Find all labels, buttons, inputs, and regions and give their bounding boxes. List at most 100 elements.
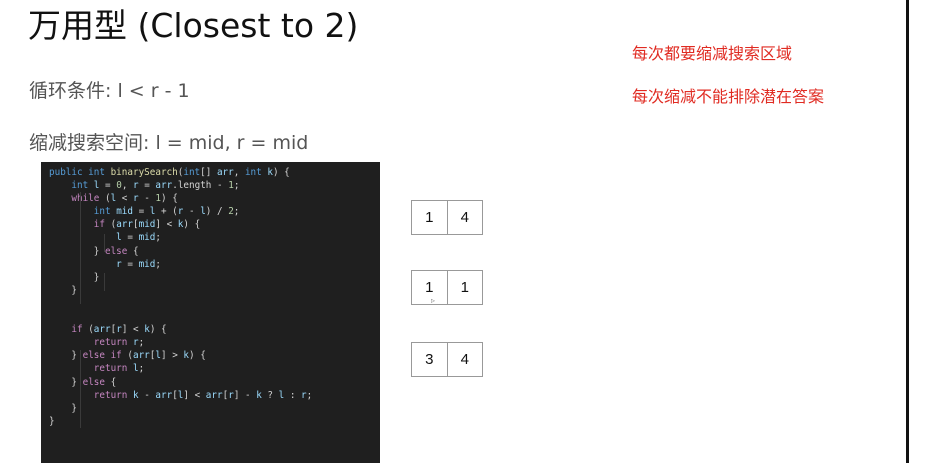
code-token: ; <box>138 337 145 349</box>
code-line: return l; <box>49 362 380 375</box>
code-token: , <box>233 167 245 178</box>
code-token: ; <box>233 206 240 218</box>
code-token: arr <box>205 389 223 401</box>
code-token: [] <box>200 167 217 178</box>
code-token: ( <box>82 324 94 336</box>
code-line: } else if (arr[l] > k) { <box>49 349 380 362</box>
code-token: ) { <box>272 167 290 178</box>
value-pair-2: 1 1 <box>411 270 483 305</box>
slide-title: 万用型 (Closest to 2) <box>28 6 359 45</box>
pair-left-value: 1 <box>425 279 434 296</box>
code-token: if <box>93 219 105 231</box>
code-token: ? <box>261 389 279 401</box>
pair-right-value: 4 <box>446 201 483 234</box>
pair-left-value: 1 <box>425 209 434 226</box>
code-token: else if <box>82 350 122 362</box>
code-line: r = mid; <box>49 258 380 271</box>
code-line: } <box>49 284 380 297</box>
code-token: ] > <box>161 350 184 362</box>
code-token: mid <box>138 258 156 270</box>
code-token: ; <box>138 363 145 375</box>
code-token: ) { <box>161 193 178 205</box>
code-token: } <box>49 376 83 388</box>
code-line: return k - arr[l] < arr[r] - k ? l : r; <box>49 389 380 402</box>
code-token: return <box>93 389 128 401</box>
code-token: ; <box>306 389 313 401</box>
code-line: l = mid; <box>49 231 380 244</box>
code-token: .length - <box>172 180 229 192</box>
code-token: return <box>93 337 128 349</box>
code-token: = <box>132 206 150 218</box>
indent-guide <box>104 234 105 252</box>
code-block: public int binarySearch(int[] arr, int k… <box>41 162 380 463</box>
slide-canvas: 万用型 (Closest to 2) 循环条件: l < r - 1 缩减搜索空… <box>0 0 927 463</box>
code-token: arr <box>155 389 173 401</box>
code-lines: public int binarySearch(int[] arr, int k… <box>49 166 380 428</box>
code-token: } <box>49 284 77 296</box>
pair-right-value: 1 <box>446 271 483 304</box>
value-pair-1: 1 4 <box>411 200 483 235</box>
code-token: int <box>244 167 262 178</box>
code-token: } <box>49 245 105 257</box>
code-line: while (l < r - 1) { <box>49 192 380 205</box>
code-token: ) { <box>189 350 206 362</box>
code-token: arr <box>155 180 173 192</box>
indent-guide <box>80 350 81 428</box>
code-line: int l = 0, r = arr.length - 1; <box>49 179 380 192</box>
code-token: - <box>183 206 201 218</box>
value-pair-3: 3 4 <box>411 342 483 377</box>
indent-guide <box>80 192 81 304</box>
code-token: } <box>49 402 77 414</box>
code-token: ) { <box>183 219 201 231</box>
code-token: - <box>138 389 156 401</box>
code-token: : <box>284 389 302 401</box>
window-right-border <box>906 0 909 463</box>
code-token: { <box>104 376 117 388</box>
code-token: ( <box>121 350 133 362</box>
pair-left-value: 3 <box>425 351 434 368</box>
code-token: else <box>82 376 105 388</box>
code-token: ( <box>104 219 117 231</box>
code-line: } else { <box>49 245 380 258</box>
code-token: - <box>138 193 156 205</box>
code-token: arr <box>216 167 234 178</box>
code-token: , <box>121 180 134 192</box>
code-token: ( <box>99 193 111 205</box>
code-token: ; <box>155 258 161 270</box>
code-token: ] - <box>233 389 257 401</box>
code-token: } <box>49 415 55 427</box>
code-line: if (arr[mid] < k) { <box>49 218 380 231</box>
code-line: } <box>49 415 380 428</box>
code-token: arr <box>116 219 133 231</box>
code-token: public int <box>49 167 111 178</box>
code-token: ] < <box>121 324 145 336</box>
code-line: } <box>49 402 380 415</box>
code-line: return r; <box>49 336 380 349</box>
code-token: int <box>183 167 201 178</box>
mouse-cursor-icon: ▹ <box>431 296 436 305</box>
code-token: } <box>49 350 83 362</box>
code-line: } <box>49 271 380 284</box>
code-token: < <box>116 193 133 205</box>
code-token: while <box>71 193 100 205</box>
code-token: { <box>127 245 139 257</box>
code-token: = <box>121 232 139 244</box>
loop-condition-text: 循环条件: l < r - 1 <box>29 80 190 102</box>
code-token: binarySearch <box>110 167 178 178</box>
code-token: ; <box>155 232 161 244</box>
code-token: ] < <box>183 389 206 401</box>
shrink-space-text: 缩减搜索空间: l = mid, r = mid <box>29 132 309 154</box>
code-token: mid <box>116 206 133 218</box>
code-line: public int binarySearch(int[] arr, int k… <box>49 166 380 179</box>
code-token: if <box>71 324 83 336</box>
code-token: = <box>121 258 139 270</box>
note-keep-potential-answer: 每次缩减不能排除潜在答案 <box>632 87 825 106</box>
